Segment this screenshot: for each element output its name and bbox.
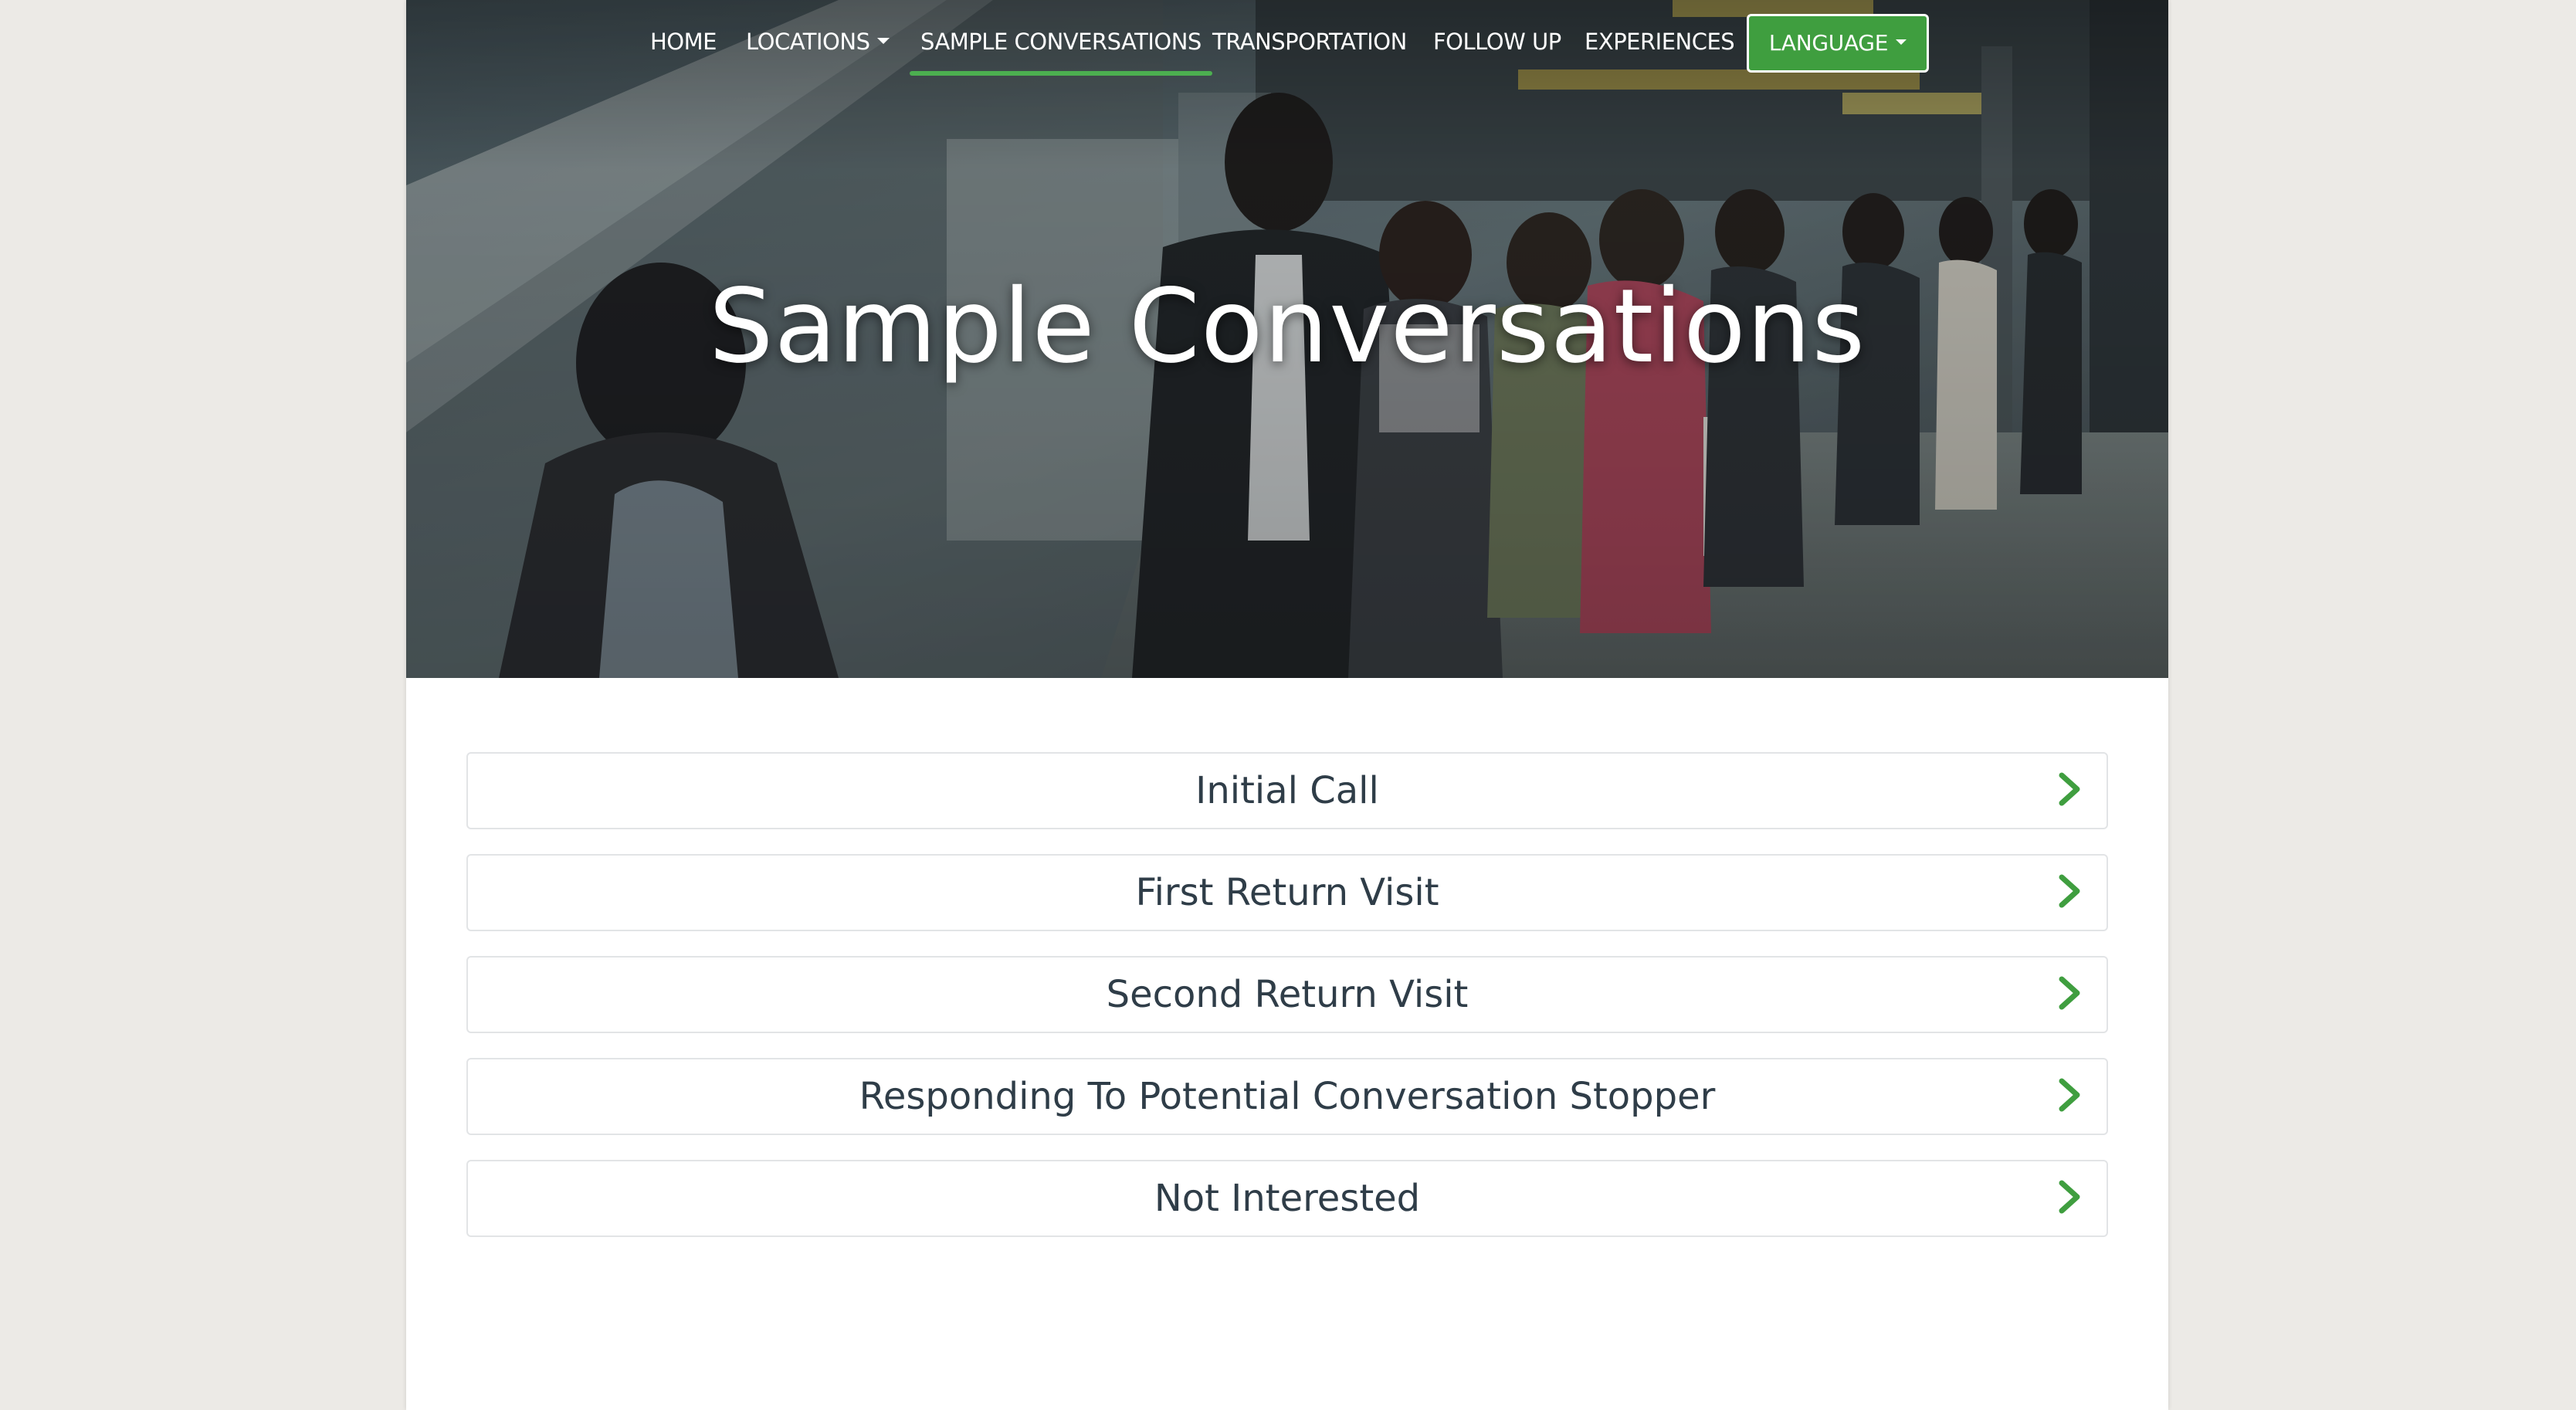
- nav-sample-conversations[interactable]: SAMPLE CONVERSATIONS: [910, 26, 1212, 76]
- chevron-right-icon: [2059, 1180, 2080, 1214]
- page-container: HOME LOCATIONS SAMPLE CONVERSATIONS TRAN…: [406, 0, 2168, 1410]
- chevron-right-icon: [2059, 874, 2080, 908]
- nav-sample-conversations-label: SAMPLE CONVERSATIONS: [920, 29, 1202, 55]
- nav-locations-label: LOCATIONS: [746, 29, 870, 55]
- accordion-item-not-interested[interactable]: Not Interested: [466, 1160, 2108, 1237]
- chevron-right-icon: [2059, 976, 2080, 1010]
- accordion-item-first-return-visit[interactable]: First Return Visit: [466, 854, 2108, 931]
- main-navigation: HOME LOCATIONS SAMPLE CONVERSATIONS TRAN…: [406, 0, 2168, 80]
- nav-transportation[interactable]: TRANSPORTATION: [1212, 26, 1407, 57]
- nav-experiences[interactable]: EXPERIENCES: [1585, 26, 1735, 57]
- conversation-accordion: Initial Call First Return Visit Second R…: [466, 752, 2108, 1262]
- nav-home[interactable]: HOME: [650, 26, 717, 57]
- nav-follow-up[interactable]: FOLLOW UP: [1433, 26, 1561, 57]
- accordion-item-label: Second Return Visit: [1106, 973, 1469, 1016]
- accordion-item-label: Not Interested: [1154, 1177, 1421, 1220]
- accordion-item-second-return-visit[interactable]: Second Return Visit: [466, 956, 2108, 1033]
- language-button-label: LANGUAGE: [1768, 30, 1889, 56]
- caret-down-icon: [877, 38, 890, 44]
- chevron-right-icon: [2059, 772, 2080, 806]
- language-dropdown-button[interactable]: LANGUAGE: [1747, 14, 1929, 73]
- nav-locations[interactable]: LOCATIONS: [746, 26, 890, 57]
- accordion-item-conversation-stopper[interactable]: Responding To Potential Conversation Sto…: [466, 1058, 2108, 1135]
- caret-down-icon: [1896, 39, 1907, 45]
- nav-home-label: HOME: [650, 29, 717, 55]
- accordion-item-initial-call[interactable]: Initial Call: [466, 752, 2108, 829]
- nav-transportation-label: TRANSPORTATION: [1212, 29, 1407, 55]
- chevron-right-icon: [2059, 1078, 2080, 1112]
- accordion-item-label: Initial Call: [1195, 769, 1379, 812]
- page-title: Sample Conversations: [708, 267, 1866, 386]
- nav-experiences-label: EXPERIENCES: [1585, 29, 1735, 55]
- hero-banner: HOME LOCATIONS SAMPLE CONVERSATIONS TRAN…: [406, 0, 2168, 678]
- nav-follow-up-label: FOLLOW UP: [1433, 29, 1561, 55]
- accordion-item-label: First Return Visit: [1135, 871, 1439, 914]
- accordion-item-label: Responding To Potential Conversation Sto…: [859, 1075, 1716, 1118]
